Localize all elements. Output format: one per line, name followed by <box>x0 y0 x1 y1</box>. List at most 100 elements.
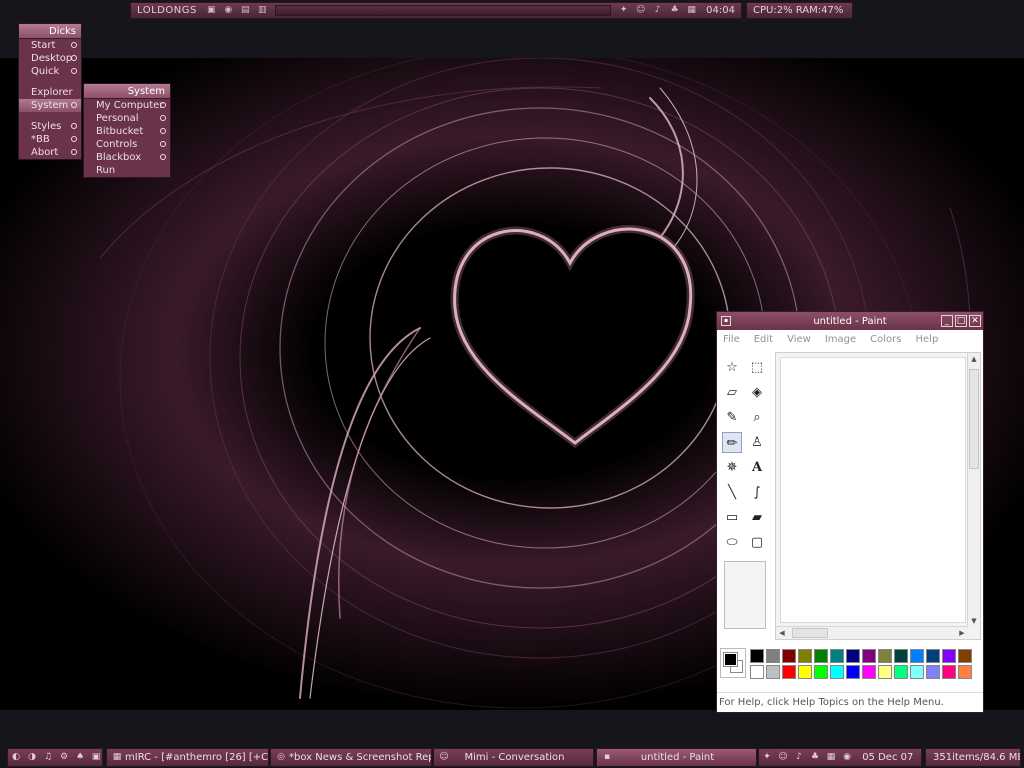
palette-color-swatch[interactable] <box>766 649 780 663</box>
menu-item-styles[interactable]: Styles <box>19 120 81 133</box>
quick-launch-icon[interactable]: ◑ <box>26 751 38 763</box>
menu-image[interactable]: Image <box>825 334 856 345</box>
menu-help[interactable]: Help <box>916 334 939 345</box>
tray-app-icon[interactable]: ▦ <box>825 751 837 763</box>
line-icon[interactable]: ╲ <box>722 482 742 503</box>
tray-app-icon[interactable]: ▣ <box>206 5 217 16</box>
palette-color-swatch[interactable] <box>926 665 940 679</box>
palette-color-swatch[interactable] <box>830 649 844 663</box>
palette-color-swatch[interactable] <box>894 665 908 679</box>
menu-item-abort[interactable]: Abort <box>19 146 81 159</box>
scroll-right-icon[interactable]: ▶ <box>956 627 968 639</box>
palette-color-swatch[interactable] <box>894 649 908 663</box>
scroll-down-icon[interactable]: ▼ <box>968 615 980 627</box>
vertical-scrollbar[interactable]: ▲ ▼ <box>967 353 980 627</box>
main-menu-title[interactable]: Dicks <box>19 24 81 39</box>
polygon-icon[interactable]: ▰ <box>747 507 767 528</box>
palette-color-swatch[interactable] <box>782 665 796 679</box>
menu-item-start[interactable]: Start <box>19 39 81 52</box>
ellipse-icon[interactable]: ⬭ <box>722 532 742 553</box>
palette-color-swatch[interactable] <box>766 665 780 679</box>
palette-color-swatch[interactable] <box>846 665 860 679</box>
menu-item-blackbox[interactable]: Blackbox <box>84 151 170 164</box>
menu-item-quick[interactable]: Quick <box>19 65 81 78</box>
current-colors[interactable] <box>720 648 746 678</box>
palette-color-swatch[interactable] <box>862 665 876 679</box>
rect-select-icon[interactable]: ⬚ <box>747 357 767 378</box>
tray-chat-icon[interactable]: ☺ <box>777 751 789 763</box>
recycle-bin-status[interactable]: 351items/84.6 MB <box>925 748 1021 767</box>
menu-file[interactable]: File <box>723 334 740 345</box>
drawing-canvas[interactable] <box>780 357 966 623</box>
menu-item-bb[interactable]: *BB <box>19 133 81 146</box>
tray-messenger-icon[interactable]: ♣ <box>669 5 680 16</box>
tray-app-icon[interactable]: ▤ <box>240 5 251 16</box>
palette-color-swatch[interactable] <box>862 649 876 663</box>
palette-color-swatch[interactable] <box>910 665 924 679</box>
rounded-rect-icon[interactable]: ▢ <box>747 532 767 553</box>
palette-color-swatch[interactable] <box>926 649 940 663</box>
palette-color-swatch[interactable] <box>878 665 892 679</box>
magnifier-icon[interactable]: ⌕ <box>747 407 767 428</box>
palette-color-swatch[interactable] <box>814 665 828 679</box>
rectangle-icon[interactable]: ▭ <box>722 507 742 528</box>
quick-launch-icon[interactable]: ▣ <box>90 751 102 763</box>
menu-colors[interactable]: Colors <box>870 334 901 345</box>
palette-color-swatch[interactable] <box>846 649 860 663</box>
task-mirc[interactable]: ▦ mIRC - [#anthemro [26] [+C... <box>106 748 269 767</box>
task-paint[interactable]: ▪ untitled - Paint <box>596 748 757 767</box>
tray-app-icon[interactable]: ◉ <box>223 5 234 16</box>
pencil-icon[interactable]: ✏ <box>722 432 742 453</box>
text-tool-icon[interactable]: A <box>747 457 767 478</box>
vertical-scroll-thumb[interactable] <box>969 369 979 469</box>
maximize-button[interactable]: □ <box>955 315 967 327</box>
palette-color-swatch[interactable] <box>814 649 828 663</box>
task-mimi-conversation[interactable]: ☺ Mimi - Conversation <box>433 748 594 767</box>
menu-item-run[interactable]: Run <box>84 164 170 177</box>
airbrush-icon[interactable]: ✵ <box>722 457 742 478</box>
palette-color-swatch[interactable] <box>910 649 924 663</box>
tool-options-box[interactable] <box>724 561 766 629</box>
menu-item-bitbucket[interactable]: Bitbucket <box>84 125 170 138</box>
palette-color-swatch[interactable] <box>958 665 972 679</box>
quick-launch-icon[interactable]: ⚙ <box>58 751 70 763</box>
minimize-button[interactable]: _ <box>941 315 953 327</box>
scroll-left-icon[interactable]: ◀ <box>776 627 788 639</box>
fill-bucket-icon[interactable]: ◈ <box>747 382 767 403</box>
palette-color-swatch[interactable] <box>750 649 764 663</box>
menu-item-my-computer[interactable]: My Computer <box>84 99 170 112</box>
paint-titlebar[interactable]: ▪ untitled - Paint _ □ ✕ <box>717 312 983 330</box>
menu-edit[interactable]: Edit <box>754 334 773 345</box>
quick-launch-icon[interactable]: ◐ <box>10 751 22 763</box>
workspace-label[interactable]: LOLDONGS <box>131 5 203 16</box>
palette-color-swatch[interactable] <box>958 649 972 663</box>
tray-network-icon[interactable]: ✦ <box>618 5 629 16</box>
palette-color-swatch[interactable] <box>942 665 956 679</box>
tray-volume-icon[interactable]: ♪ <box>652 5 663 16</box>
menu-view[interactable]: View <box>787 334 811 345</box>
palette-color-swatch[interactable] <box>750 665 764 679</box>
tray-app-icon[interactable]: ◉ <box>841 751 853 763</box>
palette-color-swatch[interactable] <box>782 649 796 663</box>
curve-icon[interactable]: ∫ <box>747 482 767 503</box>
horizontal-scroll-thumb[interactable] <box>792 628 828 638</box>
tray-app-icon[interactable]: ▦ <box>686 5 697 16</box>
menu-item-controls[interactable]: Controls <box>84 138 170 151</box>
system-submenu-title[interactable]: System <box>84 84 170 99</box>
palette-color-swatch[interactable] <box>942 649 956 663</box>
menu-item-desktop[interactable]: Desktop <box>19 52 81 65</box>
eraser-icon[interactable]: ▱ <box>722 382 742 403</box>
tray-network-icon[interactable]: ✦ <box>761 751 773 763</box>
palette-color-swatch[interactable] <box>878 649 892 663</box>
tray-messenger-icon[interactable]: ♣ <box>809 751 821 763</box>
menu-item-system[interactable]: System <box>19 99 81 112</box>
free-select-icon[interactable]: ☆ <box>722 357 742 378</box>
brush-icon[interactable]: ♙ <box>747 432 767 453</box>
palette-color-swatch[interactable] <box>798 665 812 679</box>
scroll-up-icon[interactable]: ▲ <box>968 353 980 365</box>
tray-app-icon[interactable]: ▥ <box>257 5 268 16</box>
quick-launch-icon[interactable]: ♠ <box>74 751 86 763</box>
palette-color-swatch[interactable] <box>830 665 844 679</box>
color-picker-icon[interactable]: ✎ <box>722 407 742 428</box>
menu-item-personal[interactable]: Personal <box>84 112 170 125</box>
